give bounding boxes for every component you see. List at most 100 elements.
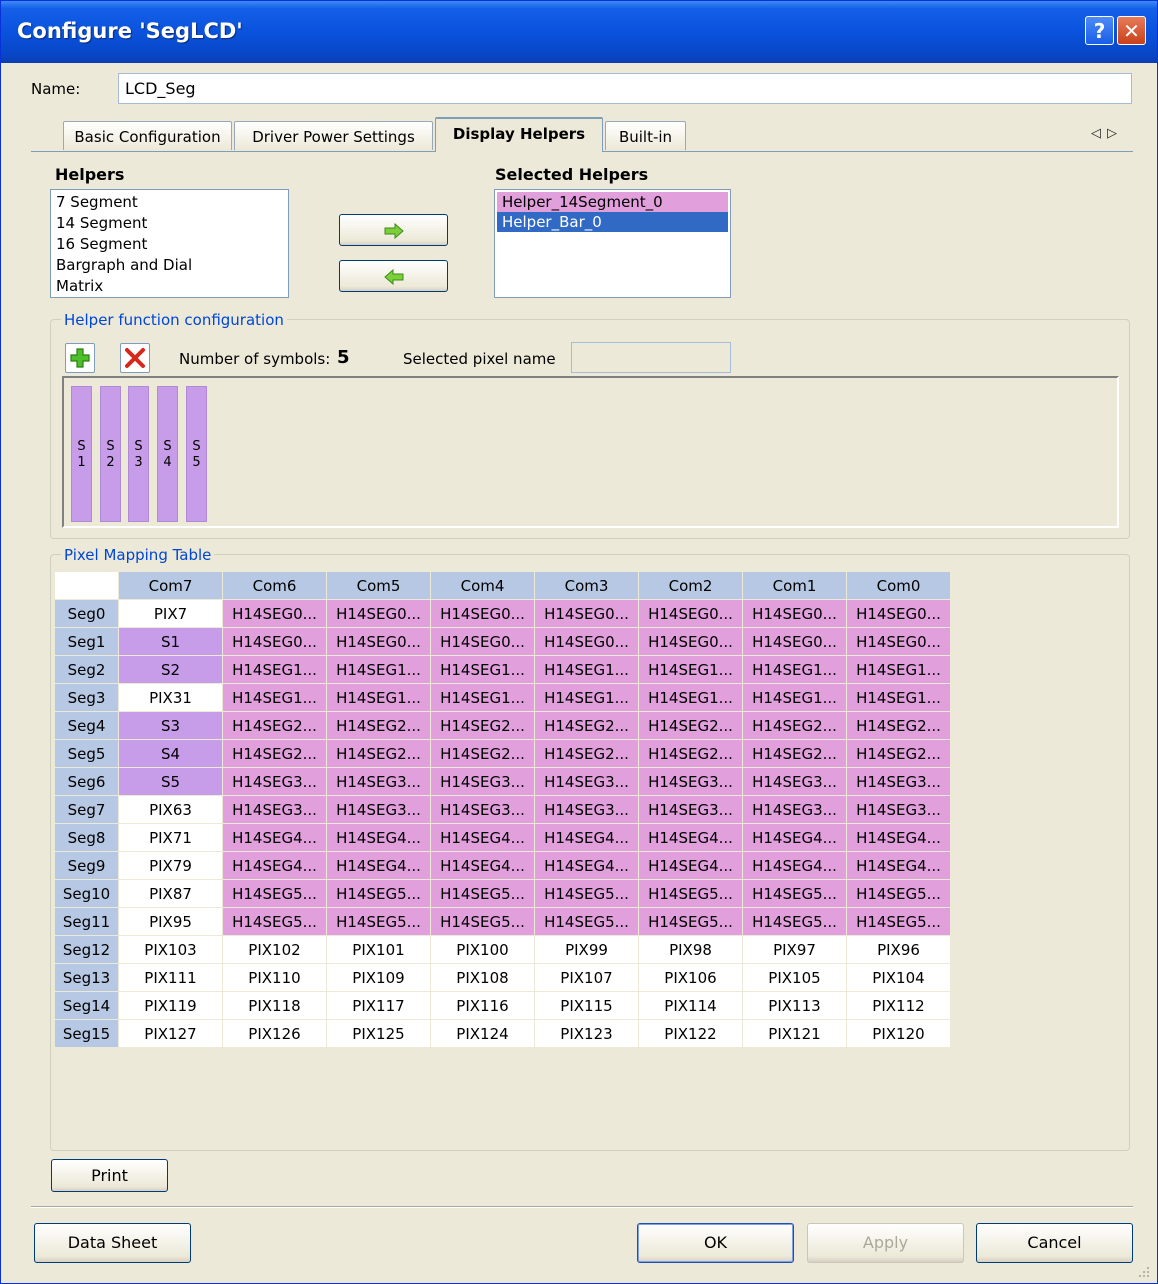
symbol-s5[interactable]: S5 bbox=[186, 386, 207, 522]
row-header[interactable]: Seg0 bbox=[55, 600, 118, 627]
table-cell[interactable]: PIX127 bbox=[119, 1020, 222, 1047]
table-cell[interactable]: H14SEG4... bbox=[535, 824, 638, 851]
table-cell[interactable]: H14SEG1... bbox=[327, 656, 430, 683]
table-cell[interactable]: H14SEG2... bbox=[223, 712, 326, 739]
table-cell[interactable]: PIX99 bbox=[535, 936, 638, 963]
row-header[interactable]: Seg14 bbox=[55, 992, 118, 1019]
table-cell[interactable]: H14SEG1... bbox=[327, 684, 430, 711]
table-cell[interactable]: H14SEG2... bbox=[327, 740, 430, 767]
remove-helper-button[interactable] bbox=[339, 260, 448, 292]
table-cell[interactable]: H14SEG4... bbox=[431, 852, 534, 879]
list-item[interactable]: 16 Segment bbox=[51, 234, 288, 255]
table-cell[interactable]: H14SEG2... bbox=[535, 712, 638, 739]
tab-driver-power-settings[interactable]: Driver Power Settings bbox=[234, 121, 433, 150]
table-cell[interactable]: H14SEG2... bbox=[535, 740, 638, 767]
table-cell[interactable]: PIX71 bbox=[119, 824, 222, 851]
table-cell[interactable]: H14SEG5... bbox=[535, 908, 638, 935]
table-cell[interactable]: H14SEG0... bbox=[743, 628, 846, 655]
table-cell[interactable]: H14SEG4... bbox=[223, 852, 326, 879]
table-cell[interactable]: H14SEG0... bbox=[431, 600, 534, 627]
table-cell[interactable]: H14SEG4... bbox=[223, 824, 326, 851]
table-cell[interactable]: H14SEG4... bbox=[431, 824, 534, 851]
table-cell[interactable]: H14SEG2... bbox=[639, 712, 742, 739]
table-cell[interactable]: H14SEG3... bbox=[639, 796, 742, 823]
row-header[interactable]: Seg2 bbox=[55, 656, 118, 683]
table-cell[interactable]: PIX110 bbox=[223, 964, 326, 991]
table-cell[interactable]: H14SEG2... bbox=[639, 740, 742, 767]
delete-symbol-button[interactable] bbox=[120, 343, 150, 373]
table-cell[interactable]: PIX116 bbox=[431, 992, 534, 1019]
table-cell[interactable]: PIX122 bbox=[639, 1020, 742, 1047]
table-cell[interactable]: PIX106 bbox=[639, 964, 742, 991]
close-button[interactable]: ✕ bbox=[1117, 16, 1146, 45]
table-cell[interactable]: H14SEG1... bbox=[535, 684, 638, 711]
table-cell[interactable]: H14SEG1... bbox=[223, 656, 326, 683]
table-cell[interactable]: PIX126 bbox=[223, 1020, 326, 1047]
table-cell[interactable]: H14SEG5... bbox=[431, 880, 534, 907]
column-header[interactable]: Com0 bbox=[847, 572, 950, 599]
add-helper-button[interactable] bbox=[339, 214, 448, 246]
table-cell[interactable]: H14SEG4... bbox=[639, 824, 742, 851]
table-cell[interactable]: PIX104 bbox=[847, 964, 950, 991]
table-cell[interactable]: H14SEG2... bbox=[847, 740, 950, 767]
column-header[interactable]: Com4 bbox=[431, 572, 534, 599]
column-header[interactable]: Com3 bbox=[535, 572, 638, 599]
ok-button[interactable]: OK bbox=[637, 1223, 794, 1263]
table-cell[interactable]: H14SEG0... bbox=[223, 628, 326, 655]
table-cell[interactable]: H14SEG0... bbox=[847, 600, 950, 627]
table-cell[interactable]: H14SEG0... bbox=[639, 628, 742, 655]
table-cell[interactable]: S1 bbox=[119, 628, 222, 655]
table-cell[interactable]: H14SEG2... bbox=[327, 712, 430, 739]
symbol-s2[interactable]: S2 bbox=[100, 386, 121, 522]
table-cell[interactable]: S2 bbox=[119, 656, 222, 683]
table-cell[interactable]: H14SEG0... bbox=[535, 600, 638, 627]
table-cell[interactable]: H14SEG5... bbox=[535, 880, 638, 907]
table-cell[interactable]: H14SEG1... bbox=[847, 684, 950, 711]
row-header[interactable]: Seg5 bbox=[55, 740, 118, 767]
table-cell[interactable]: H14SEG0... bbox=[847, 628, 950, 655]
tab-scroll-left-icon[interactable]: ◁ bbox=[1091, 126, 1107, 141]
table-cell[interactable]: PIX96 bbox=[847, 936, 950, 963]
table-cell[interactable]: H14SEG5... bbox=[639, 908, 742, 935]
table-cell[interactable]: PIX63 bbox=[119, 796, 222, 823]
table-cell[interactable]: H14SEG5... bbox=[639, 880, 742, 907]
table-cell[interactable]: H14SEG3... bbox=[431, 768, 534, 795]
symbol-s1[interactable]: S1 bbox=[71, 386, 92, 522]
table-cell[interactable]: H14SEG1... bbox=[535, 656, 638, 683]
table-cell[interactable]: PIX123 bbox=[535, 1020, 638, 1047]
tab-scroll-right-icon[interactable]: ▷ bbox=[1107, 126, 1123, 141]
symbol-s4[interactable]: S4 bbox=[157, 386, 178, 522]
table-cell[interactable]: H14SEG3... bbox=[639, 768, 742, 795]
list-item[interactable]: Helper_Bar_0 bbox=[497, 212, 728, 232]
table-cell[interactable]: H14SEG0... bbox=[431, 628, 534, 655]
table-cell[interactable]: PIX95 bbox=[119, 908, 222, 935]
row-header[interactable]: Seg7 bbox=[55, 796, 118, 823]
table-cell[interactable]: PIX87 bbox=[119, 880, 222, 907]
table-cell[interactable]: H14SEG3... bbox=[223, 796, 326, 823]
table-cell[interactable]: H14SEG5... bbox=[847, 880, 950, 907]
table-cell[interactable]: PIX119 bbox=[119, 992, 222, 1019]
table-cell[interactable]: PIX31 bbox=[119, 684, 222, 711]
table-cell[interactable]: PIX97 bbox=[743, 936, 846, 963]
table-cell[interactable]: PIX112 bbox=[847, 992, 950, 1019]
table-cell[interactable]: PIX103 bbox=[119, 936, 222, 963]
list-item[interactable]: Helper_14Segment_0 bbox=[497, 192, 728, 212]
column-header[interactable]: Com6 bbox=[223, 572, 326, 599]
table-cell[interactable]: PIX107 bbox=[535, 964, 638, 991]
apply-button[interactable]: Apply bbox=[807, 1223, 964, 1263]
tab-display-helpers[interactable]: Display Helpers bbox=[435, 117, 603, 152]
table-cell[interactable]: H14SEG1... bbox=[639, 684, 742, 711]
table-cell[interactable]: H14SEG3... bbox=[223, 768, 326, 795]
table-cell[interactable]: PIX113 bbox=[743, 992, 846, 1019]
column-header[interactable]: Com2 bbox=[639, 572, 742, 599]
table-cell[interactable]: PIX114 bbox=[639, 992, 742, 1019]
table-cell[interactable]: PIX120 bbox=[847, 1020, 950, 1047]
helpers-list[interactable]: 7 Segment 14 Segment 16 Segment Bargraph… bbox=[50, 189, 289, 298]
column-header[interactable]: Com1 bbox=[743, 572, 846, 599]
table-cell[interactable]: PIX115 bbox=[535, 992, 638, 1019]
selected-pixel-field[interactable] bbox=[571, 342, 731, 373]
table-cell[interactable]: H14SEG0... bbox=[327, 600, 430, 627]
table-cell[interactable]: H14SEG4... bbox=[327, 824, 430, 851]
table-cell[interactable]: H14SEG3... bbox=[743, 796, 846, 823]
row-header[interactable]: Seg15 bbox=[55, 1020, 118, 1047]
